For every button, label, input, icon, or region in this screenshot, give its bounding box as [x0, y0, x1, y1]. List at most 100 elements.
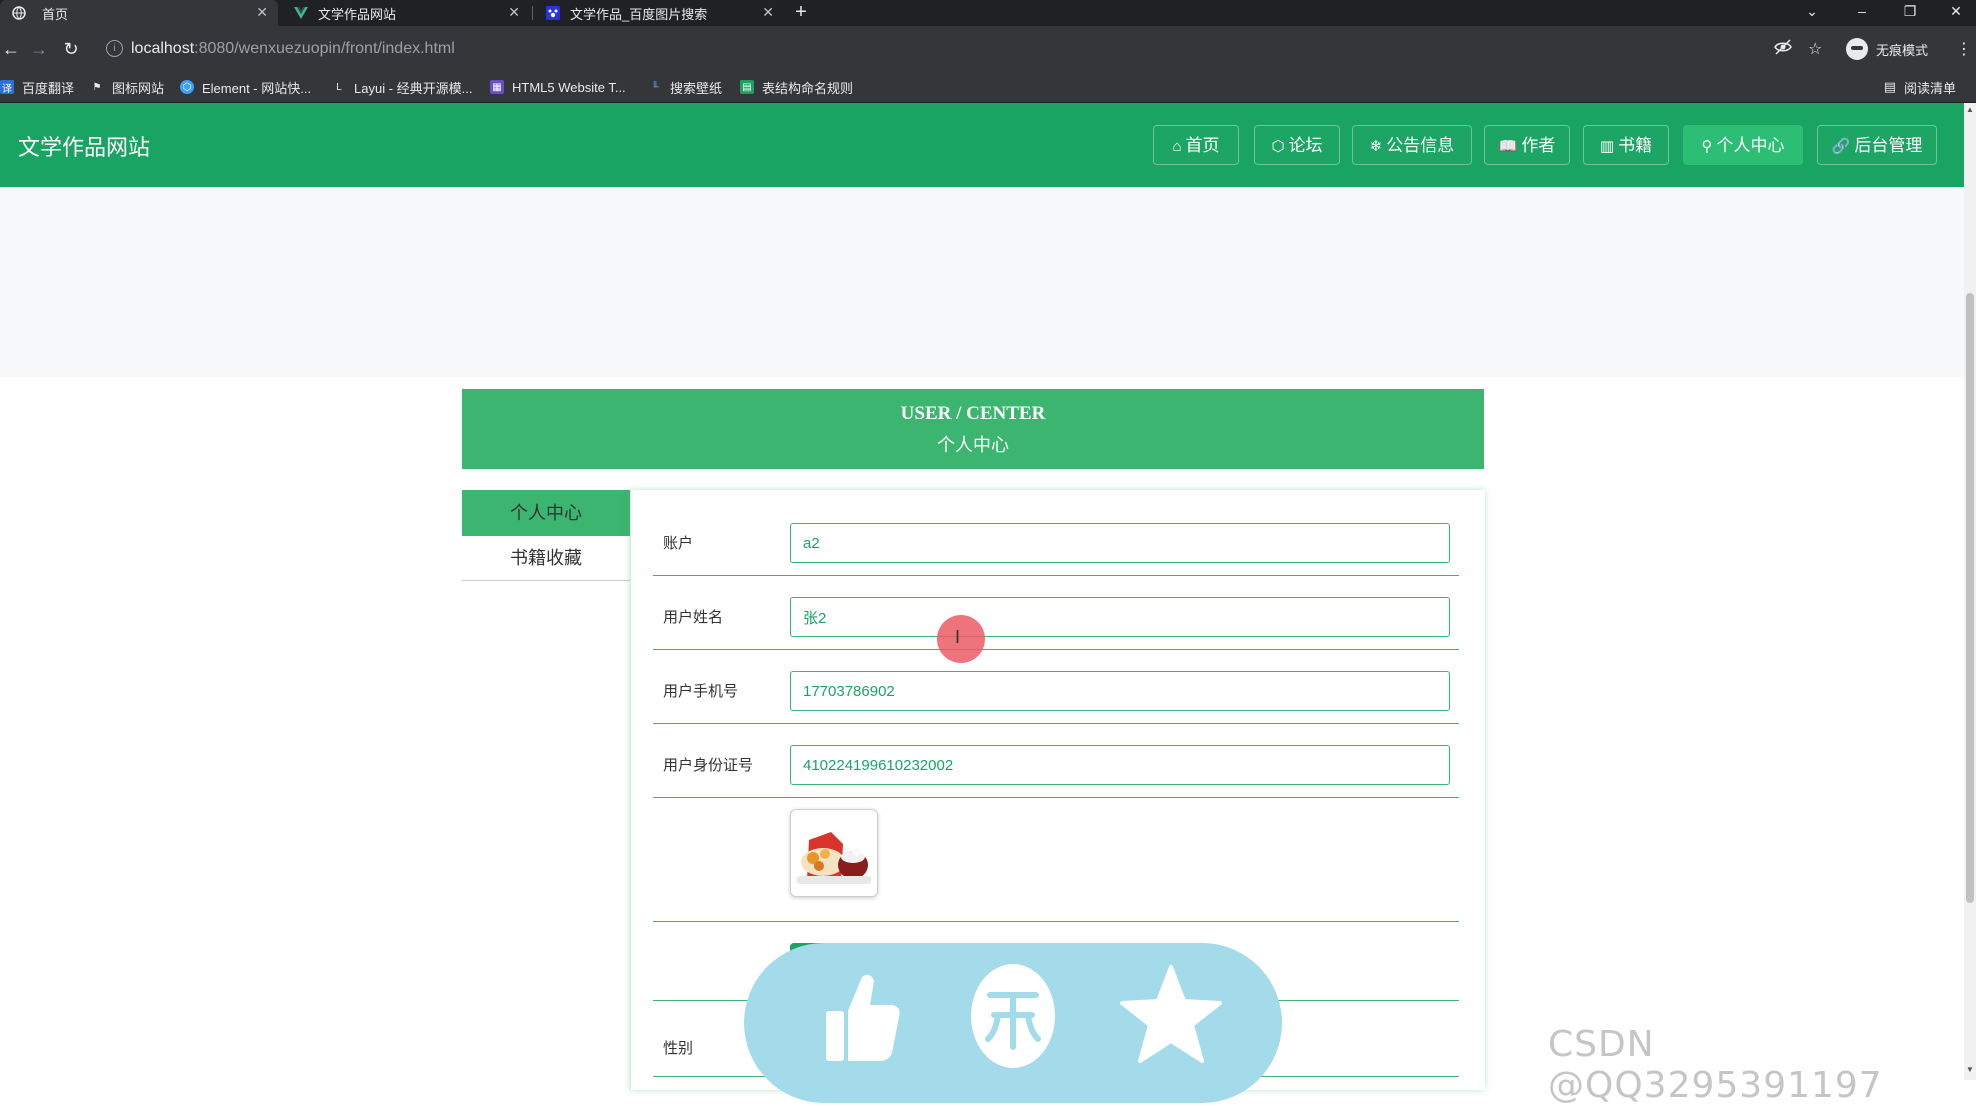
profile-label: 无痕模式 — [1876, 42, 1929, 58]
browser-tab-home[interactable]: 首页 ✕ — [0, 0, 278, 26]
scrollbar-thumb[interactable] — [1966, 293, 1974, 903]
bookmark-label: Element - 网站快... — [202, 80, 312, 96]
bookmark-label: HTML5 Website T... — [512, 79, 626, 95]
incognito-icon — [1846, 38, 1868, 60]
html5-template-icon: ▦ — [490, 80, 504, 94]
bookmark-item[interactable]: ▦ HTML5 Website T... — [490, 72, 626, 102]
form-row-id-card: 用户身份证号 — [653, 723, 1459, 798]
bookmark-label: 表结构命名规则 — [762, 80, 854, 96]
bookmark-item[interactable]: ⬡ Element - 网站快... — [180, 72, 311, 102]
browser-tab-site[interactable]: 文学作品网站 ✕ — [282, 0, 530, 26]
bookmark-label: 搜索壁纸 — [670, 80, 723, 96]
tab-separator — [532, 6, 533, 20]
nav-label: 作者 — [1521, 136, 1556, 155]
url-host: localhost — [131, 40, 195, 57]
bookmark-item[interactable]: L Layui - 经典开源模... — [332, 72, 472, 102]
tab-search-icon[interactable]: ⌄ — [1792, 0, 1832, 26]
account-label: 账户 — [663, 535, 694, 552]
nav-forum[interactable]: ⬡ 论坛 — [1254, 125, 1340, 165]
bookmark-item[interactable]: ╙ 搜索壁纸 — [648, 72, 722, 102]
reading-list-label: 阅读清单 — [1903, 80, 1956, 96]
close-icon[interactable]: ✕ — [762, 4, 774, 21]
author-icon: 📖 — [1498, 138, 1518, 155]
close-icon[interactable]: ✕ — [508, 4, 520, 21]
new-tab-icon[interactable]: + — [790, 0, 812, 26]
site-info-icon[interactable]: i — [106, 40, 123, 58]
star-icon[interactable] — [1116, 961, 1226, 1071]
url-field[interactable]: i localhost:8080/wenxuezuopin/front/index… — [96, 35, 1776, 63]
bookmark-item[interactable]: ⚑ 图标网站 — [90, 72, 165, 102]
address-bar: ← → ↻ i localhost:8080/wenxuezuopin/front… — [0, 26, 1976, 72]
csdn-watermark: CSDN @QQ3295391197 — [1548, 1024, 1883, 1106]
nav-books[interactable]: ▥ 书籍 — [1583, 125, 1669, 165]
avatar-upload[interactable] — [790, 809, 878, 897]
tab-title: 文学作品_百度图片搜索 — [570, 6, 708, 22]
close-icon[interactable]: ✕ — [256, 4, 268, 21]
flag-icon: ⚑ — [92, 81, 102, 93]
notice-icon: ❄ — [1369, 138, 1383, 155]
vue-logo-icon — [294, 6, 308, 20]
gender-label: 性别 — [663, 1040, 694, 1057]
bookmarks-bar: 译百度翻译 ⚑ 图标网站 ⬡ Element - 网站快... L Layui - 经… — [0, 72, 1976, 103]
form-row-phone: 用户手机号 — [653, 649, 1459, 724]
form-row-name: 用户姓名 — [653, 575, 1459, 650]
reading-list-icon: ▤ — [1883, 79, 1896, 94]
bookmark-item[interactable]: 译百度翻译 — [0, 72, 74, 102]
nav-home[interactable]: ⌂ 首页 — [1153, 125, 1239, 165]
nav-label: 书籍 — [1618, 136, 1653, 155]
reload-icon[interactable]: ↻ — [60, 38, 82, 60]
menu-item-profile[interactable]: 个人中心 — [462, 490, 630, 536]
bookmark-label: Layui - 经典开源模... — [354, 80, 473, 96]
user-center-header: USER / CENTER 个人中心 — [462, 389, 1484, 469]
site-header: 文学作品网站 ⌂ 首页 ⬡ 论坛 ❄ 公告信息 📖 作者 ▥ 书籍 ⚲ 个人中心 🔗 后台管理 — [0, 103, 1964, 187]
like-coin-star-overlay — [744, 943, 1282, 1103]
avatar-image — [791, 810, 877, 896]
menu-dots-icon[interactable]: ⋮ — [1956, 39, 1972, 59]
reading-list[interactable]: ▤ 阅读清单 — [1884, 72, 1956, 102]
incognito-profile[interactable]: 无痕模式 — [1846, 36, 1928, 62]
user-icon: ⚲ — [1701, 138, 1713, 155]
id-card-label: 用户身份证号 — [663, 757, 754, 774]
bookmark-item[interactable]: ▤ 表结构命名规则 — [740, 72, 853, 102]
link-icon: 🔗 — [1831, 138, 1851, 155]
bookmark-label: 图标网站 — [112, 80, 165, 96]
wallpaper-search-icon: ╙ — [651, 81, 659, 93]
name-label: 用户姓名 — [663, 609, 724, 626]
restore-icon[interactable]: ❐ — [1890, 0, 1930, 26]
phone-label: 用户手机号 — [663, 683, 739, 700]
thumbs-up-icon[interactable] — [802, 961, 912, 1071]
form-row-account: 账户 — [653, 490, 1459, 576]
nav-user-center[interactable]: ⚲ 个人中心 — [1683, 125, 1803, 165]
globe-icon — [12, 6, 26, 20]
page-scrollbar[interactable]: ▲ ▼ — [1964, 103, 1976, 1080]
bookmark-label: 百度翻译 — [22, 80, 75, 96]
name-input[interactable] — [790, 597, 1450, 637]
menu-item-book-favorites[interactable]: 书籍收藏 — [462, 536, 630, 581]
account-input[interactable] — [790, 523, 1450, 563]
baidu-paw-icon — [546, 6, 560, 20]
nav-author[interactable]: 📖 作者 — [1484, 125, 1570, 165]
layui-logo-icon: L — [336, 81, 342, 93]
window-close-icon[interactable]: ✕ — [1936, 0, 1976, 26]
banner-area — [0, 187, 1964, 377]
minimize-icon[interactable]: – — [1842, 0, 1882, 26]
nav-admin[interactable]: 🔗 后台管理 — [1817, 125, 1937, 165]
scroll-up-icon[interactable]: ▲ — [1966, 105, 1974, 115]
user-center-menu: 个人中心 书籍收藏 — [462, 490, 630, 581]
nav-label: 论坛 — [1288, 136, 1323, 155]
tab-title: 文学作品网站 — [318, 6, 397, 22]
site-title[interactable]: 文学作品网站 — [18, 130, 150, 162]
back-icon[interactable]: ← — [0, 38, 22, 60]
nav-label: 个人中心 — [1716, 136, 1785, 155]
coin-icon[interactable] — [958, 961, 1068, 1071]
id-card-input[interactable] — [790, 745, 1450, 785]
nav-notice[interactable]: ❄ 公告信息 — [1352, 125, 1472, 165]
text-cursor-icon: I — [955, 627, 961, 647]
url-path: :8080/wenxuezuopin/front/index.html — [194, 40, 455, 57]
phone-input[interactable] — [790, 671, 1450, 711]
browser-tab-baidu[interactable]: 文学作品_百度图片搜索 ✕ — [534, 0, 784, 26]
forward-icon[interactable]: → — [28, 38, 50, 60]
eye-off-icon[interactable] — [1774, 39, 1792, 60]
nav-label: 首页 — [1185, 136, 1220, 155]
bookmark-star-icon[interactable]: ☆ — [1808, 39, 1822, 59]
